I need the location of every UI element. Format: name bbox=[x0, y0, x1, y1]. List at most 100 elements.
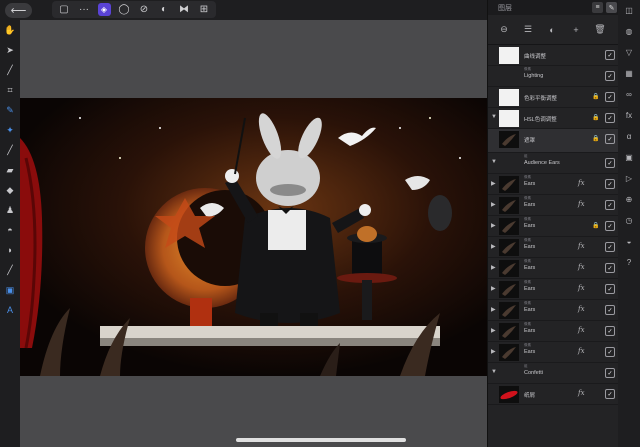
dodge-icon[interactable]: ◗ bbox=[0, 240, 20, 260]
layer-row[interactable]: 遮罩 🔒 ✓ bbox=[488, 129, 618, 153]
back-button[interactable]: ⟵ bbox=[5, 3, 32, 18]
layer-row[interactable]: ▼ HSL色调调整 🔒 ✓ bbox=[488, 108, 618, 129]
add-icon[interactable]: + bbox=[568, 22, 584, 38]
fx-icon[interactable]: fx bbox=[578, 305, 585, 313]
blur-icon[interactable]: ◓ bbox=[0, 220, 20, 240]
fx-icon[interactable]: fx bbox=[578, 242, 585, 250]
chevron-icon[interactable]: ▶ bbox=[491, 264, 496, 271]
visibility-checkbox[interactable]: ✓ bbox=[605, 50, 615, 60]
photo-icon[interactable]: ⊘ bbox=[134, 1, 154, 18]
layer-row[interactable]: ▶ 像素 Ears fx ✓ bbox=[488, 237, 618, 258]
chevron-icon[interactable]: ▶ bbox=[491, 306, 496, 313]
layers-stack-icon[interactable]: ☰ bbox=[520, 22, 536, 38]
adjust-icon[interactable]: ◐ bbox=[544, 22, 560, 38]
visibility-checkbox[interactable]: ✓ bbox=[605, 263, 615, 273]
clone-icon[interactable]: ♟ bbox=[0, 200, 20, 220]
layer-row[interactable]: 曲线调整 ✓ bbox=[488, 45, 618, 66]
styles-icon[interactable]: ▣ bbox=[618, 147, 640, 168]
export-icon[interactable]: ⧓ bbox=[174, 1, 194, 18]
trash-icon[interactable]: 🗑 bbox=[592, 22, 608, 38]
brush-panel-icon[interactable]: ◍ bbox=[618, 21, 640, 42]
visibility-checkbox[interactable]: ✓ bbox=[605, 242, 615, 252]
visibility-checkbox[interactable]: ✓ bbox=[605, 326, 615, 336]
character-icon[interactable]: α bbox=[618, 126, 640, 147]
visibility-checkbox[interactable]: ✓ bbox=[605, 221, 615, 231]
fx-icon[interactable]: fx bbox=[578, 389, 585, 397]
layer-row[interactable]: ▶ 像素 Ears fx ✓ bbox=[488, 258, 618, 279]
layer-row[interactable]: ▶ 像素 Ears 🔒 ✓ bbox=[488, 216, 618, 237]
layer-row[interactable]: 色彩平衡调整 🔒 ✓ bbox=[488, 87, 618, 108]
layer-row[interactable]: ▶ 像素 Ears fx ✓ bbox=[488, 195, 618, 216]
chevron-icon[interactable]: ▶ bbox=[491, 348, 496, 355]
layer-row[interactable]: 纸屑 fx ✓ bbox=[488, 384, 618, 405]
layer-row[interactable]: ▶ 像素 Ears fx ✓ bbox=[488, 174, 618, 195]
lock-icon[interactable]: 🔒 bbox=[592, 135, 599, 142]
visibility-checkbox[interactable]: ✓ bbox=[605, 284, 615, 294]
visibility-checkbox[interactable]: ✓ bbox=[605, 179, 615, 189]
chevron-icon[interactable]: ▶ bbox=[491, 180, 496, 187]
chevron-icon[interactable]: ▼ bbox=[491, 369, 497, 375]
text-icon[interactable]: A bbox=[0, 300, 20, 320]
circle-icon[interactable]: ◯ bbox=[114, 1, 134, 18]
visibility-checkbox[interactable]: ✓ bbox=[605, 92, 615, 102]
layer-row[interactable]: ▶ 像素 Ears fx ✓ bbox=[488, 321, 618, 342]
layer-row[interactable]: ▶ 像素 Ears fx ✓ bbox=[488, 300, 618, 321]
chevron-icon[interactable]: ▶ bbox=[491, 327, 496, 334]
layers-icon[interactable]: ◫ bbox=[618, 0, 640, 21]
visibility-checkbox[interactable]: ✓ bbox=[605, 134, 615, 144]
layer-row[interactable]: ▶ 像素 Ears fx ✓ bbox=[488, 342, 618, 363]
lock-icon[interactable]: 🔒 bbox=[592, 222, 599, 229]
history-icon[interactable]: ◷ bbox=[618, 210, 640, 231]
visibility-checkbox[interactable]: ✓ bbox=[605, 158, 615, 168]
canvas-area[interactable] bbox=[20, 20, 487, 447]
chevron-icon[interactable]: ▶ bbox=[491, 222, 496, 229]
channels-icon[interactable]: ◒ bbox=[618, 231, 640, 252]
tone-icon[interactable]: ⊞ bbox=[194, 1, 214, 18]
crop-icon[interactable]: ⌗ bbox=[0, 80, 20, 100]
eyedropper-icon[interactable]: ╱ bbox=[0, 60, 20, 80]
pixel-icon[interactable]: ◐ bbox=[154, 1, 174, 18]
fx-icon[interactable]: fx bbox=[578, 347, 585, 355]
swatches-icon[interactable]: ▦ bbox=[618, 63, 640, 84]
fx-icon[interactable]: fx bbox=[578, 284, 585, 292]
layer-row[interactable]: 像素 Lighting ✓ bbox=[488, 66, 618, 87]
fx-icon[interactable]: fx bbox=[578, 326, 585, 334]
chevron-icon[interactable]: ▶ bbox=[491, 243, 496, 250]
visibility-checkbox[interactable]: ✓ bbox=[605, 200, 615, 210]
home-indicator[interactable] bbox=[236, 438, 406, 442]
fx-icon[interactable]: fx bbox=[578, 179, 585, 187]
move-icon[interactable]: ➤ bbox=[0, 40, 20, 60]
hand-icon[interactable]: ✋ bbox=[0, 20, 20, 40]
persona-icon[interactable]: ◈ bbox=[94, 1, 114, 18]
chevron-icon[interactable]: ▶ bbox=[491, 201, 496, 208]
artwork-image[interactable] bbox=[20, 98, 487, 376]
smudge-icon[interactable]: ╱ bbox=[0, 260, 20, 280]
fx-icon[interactable]: fx bbox=[578, 263, 585, 271]
flood-select-icon[interactable]: ✦ bbox=[0, 120, 20, 140]
blend-icon[interactable]: ⊖ bbox=[496, 22, 512, 38]
chevron-icon[interactable]: ▼ bbox=[491, 159, 497, 165]
eraser-icon[interactable]: ▰ bbox=[0, 160, 20, 180]
lock-icon[interactable]: 🔒 bbox=[592, 93, 599, 100]
visibility-checkbox[interactable]: ✓ bbox=[605, 71, 615, 81]
visibility-checkbox[interactable]: ✓ bbox=[605, 347, 615, 357]
visibility-checkbox[interactable]: ✓ bbox=[605, 113, 615, 123]
fx-icon[interactable]: fx bbox=[578, 200, 585, 208]
help-icon[interactable]: ? bbox=[618, 252, 640, 273]
layer-group[interactable]: ▼ 组 Confetti ✓ bbox=[488, 363, 618, 384]
document-icon[interactable]: ▢ bbox=[54, 1, 74, 18]
transform-icon[interactable]: ⊕ bbox=[618, 189, 640, 210]
lock-icon[interactable]: 🔒 bbox=[592, 114, 599, 121]
list-view-icon[interactable]: ≡ bbox=[592, 2, 603, 13]
layer-group[interactable]: ▼ 组 Audience Ears ✓ bbox=[488, 153, 618, 174]
shape-icon[interactable]: ▣ bbox=[0, 280, 20, 300]
layer-row[interactable]: ▶ 像素 Ears fx ✓ bbox=[488, 279, 618, 300]
brush-edit-icon[interactable]: ✎ bbox=[606, 2, 617, 13]
visibility-checkbox[interactable]: ✓ bbox=[605, 368, 615, 378]
chevron-icon[interactable]: ▶ bbox=[491, 285, 496, 292]
stroke-icon[interactable]: ∞ bbox=[618, 84, 640, 105]
navigator-icon[interactable]: ▷ bbox=[618, 168, 640, 189]
color-icon[interactable]: ▽ bbox=[618, 42, 640, 63]
visibility-checkbox[interactable]: ✓ bbox=[605, 305, 615, 315]
paint-brush-icon[interactable]: ╱ bbox=[0, 140, 20, 160]
